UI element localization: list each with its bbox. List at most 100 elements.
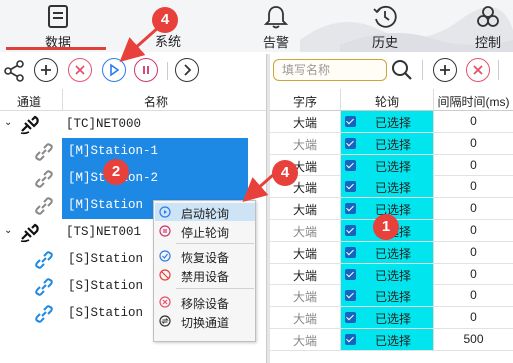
name-search-input[interactable] (273, 59, 387, 81)
table-row[interactable]: 大端 已选择 500 (270, 329, 513, 351)
chevron-down-icon[interactable]: ⌄ (4, 117, 12, 128)
pause-icon (143, 66, 149, 74)
checkbox-checked-icon[interactable] (345, 334, 356, 345)
history-clock-icon (373, 5, 397, 28)
chevron-down-icon[interactable]: ⌄ (4, 225, 12, 236)
checkbox-checked-icon[interactable] (345, 116, 356, 127)
cell-order[interactable]: 大端 (270, 111, 341, 132)
cell-poll[interactable]: 已选择 (341, 285, 434, 307)
cell-interval[interactable]: 0 (434, 133, 513, 154)
cell-poll[interactable]: 已选择 (341, 307, 434, 329)
cell-order[interactable]: 大端 (270, 198, 341, 220)
annotation-badge-2: 2 (103, 159, 129, 185)
tab-history[interactable]: 历史 (355, 4, 415, 50)
cell-order[interactable]: 大端 (270, 329, 341, 350)
context-menu: 启动轮询 停止轮询 恢复设备 禁用设备 移除设备 切换通道 (153, 200, 256, 342)
cell-poll-label: 已选择 (374, 334, 411, 348)
active-tab-indicator (6, 47, 106, 50)
stop-polling-button[interactable] (134, 58, 158, 82)
cell-poll[interactable]: 已选择 (341, 241, 434, 263)
cell-interval[interactable]: 0 (434, 307, 513, 328)
tree-header: 通道 名称 (0, 89, 266, 111)
cell-interval[interactable]: 0 (434, 155, 513, 176)
menu-item-restore-device[interactable]: 恢复设备 (155, 247, 255, 265)
disable-icon (159, 269, 171, 281)
tree-node-device[interactable]: [M]Station-2 (0, 165, 266, 192)
cell-poll-label: 已选择 (374, 312, 411, 327)
table-row[interactable]: 大端已选择0 (270, 241, 513, 264)
cell-order[interactable]: 大端 (270, 220, 341, 241)
cell-interval[interactable]: 0 (434, 111, 513, 132)
tree-node-device[interactable]: [M]Station-1 (0, 138, 266, 165)
cell-poll-label: 已选择 (374, 116, 411, 130)
column-header-poll[interactable]: 轮询 (341, 89, 434, 111)
cell-poll[interactable]: 已选择 (341, 154, 434, 176)
cell-interval[interactable]: 0 (434, 264, 513, 285)
add-row-button[interactable] (433, 58, 457, 82)
menu-separator (176, 288, 254, 289)
cell-poll[interactable]: 已选择 (341, 176, 434, 198)
next-button[interactable] (175, 58, 199, 82)
cell-interval[interactable]: 500 (434, 329, 513, 350)
chevron-right-icon (184, 64, 192, 76)
checkbox-checked-icon[interactable] (345, 181, 356, 193)
cell-poll-label: 已选择 (374, 137, 411, 152)
tab-alarm[interactable]: 告警 (246, 4, 306, 50)
menu-item-stop-polling[interactable]: 停止轮询 (155, 222, 255, 240)
checkbox-checked-icon[interactable] (345, 159, 356, 171)
tree-node-label: [TC]NET000 (66, 117, 142, 131)
table-row[interactable]: 大端已选择0 (270, 154, 513, 177)
cell-order[interactable]: 大端 (270, 132, 341, 154)
table-row[interactable]: 大端已选择0 (270, 176, 513, 199)
table-row[interactable]: 大端 已选择 0 (270, 111, 513, 133)
table-row[interactable]: 大端 已选择 0 (270, 132, 513, 155)
checkbox-checked-icon[interactable] (345, 203, 356, 215)
tree-node-channel[interactable]: ⌄ [TC]NET000 (0, 111, 266, 138)
table-row[interactable]: 大端已选择0 (270, 285, 513, 308)
cell-interval[interactable]: 0 (434, 285, 513, 306)
menu-item-label: 移除设备 (181, 297, 230, 311)
checkbox-checked-icon[interactable] (345, 225, 356, 236)
cell-interval[interactable]: 0 (434, 198, 513, 219)
cell-order[interactable]: 大端 (270, 241, 341, 263)
link-icon (35, 251, 53, 269)
table-row[interactable]: 大端 已选择 0 (270, 263, 513, 286)
menu-item-disable-device[interactable]: 禁用设备 (155, 266, 255, 284)
link-icon (35, 278, 53, 296)
cell-interval[interactable]: 0 (434, 220, 513, 241)
share-icon[interactable] (3, 60, 25, 82)
cell-interval[interactable]: 0 (434, 176, 513, 197)
link-icon (35, 197, 53, 215)
column-header-interval[interactable]: 间隔时间(ms) (434, 89, 513, 111)
tab-control[interactable]: 控制 (463, 4, 513, 50)
cell-poll[interactable]: 已选择 (341, 132, 434, 154)
menu-item-switch-channel[interactable]: 切换通道 (155, 312, 255, 330)
menu-item-remove-device[interactable]: 移除设备 (155, 293, 255, 311)
tree-node-label: [M]Station (68, 198, 144, 212)
column-header-order[interactable]: 字序 (270, 89, 341, 111)
cell-poll[interactable]: 已选择 (341, 329, 434, 350)
checkbox-checked-icon[interactable] (345, 246, 356, 258)
cell-order[interactable]: 大端 (270, 285, 341, 307)
tab-data[interactable]: 数据 (28, 4, 88, 50)
start-polling-button[interactable] (102, 58, 126, 82)
delete-row-button[interactable] (466, 58, 490, 82)
cell-poll-label: 已选择 (374, 268, 411, 283)
add-device-button[interactable] (34, 58, 58, 82)
cell-poll[interactable]: 已选择 (341, 263, 434, 285)
table-row[interactable]: 大端 已选择 0 (270, 307, 513, 329)
checkbox-checked-icon[interactable] (345, 137, 356, 149)
cell-interval[interactable]: 0 (434, 242, 513, 263)
pause-icon (159, 225, 171, 237)
tab-control-label: 控制 (474, 35, 501, 50)
cell-poll[interactable]: 已选择 (341, 111, 434, 132)
cell-order[interactable]: 大端 (270, 307, 341, 329)
checkbox-checked-icon[interactable] (345, 268, 356, 280)
link-icon (35, 170, 53, 188)
cell-order[interactable]: 大端 (270, 263, 341, 285)
checkbox-checked-icon[interactable] (345, 290, 356, 302)
search-icon[interactable] (391, 59, 413, 81)
menu-item-start-polling[interactable]: 启动轮询 (155, 203, 255, 221)
checkbox-checked-icon[interactable] (345, 312, 356, 324)
remove-device-button[interactable] (68, 58, 92, 82)
